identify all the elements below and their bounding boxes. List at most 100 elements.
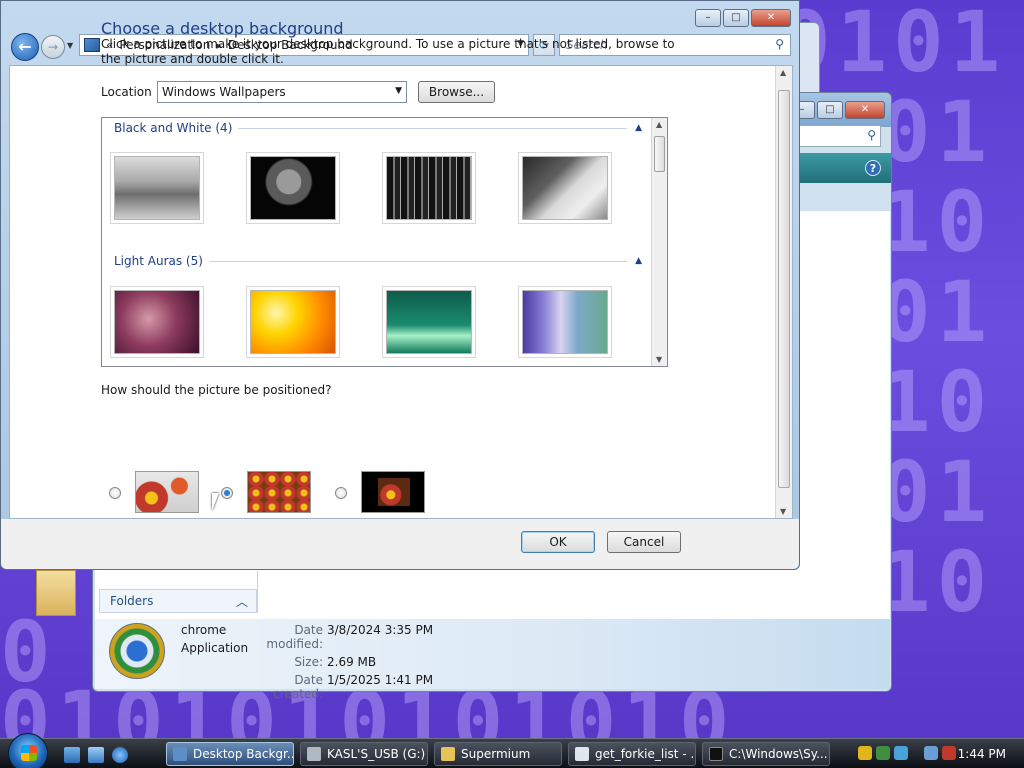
start-button[interactable]	[8, 733, 48, 768]
wallpaper-gallery: Black and White (4) ▲ Light Auras (5) ▲	[101, 117, 668, 367]
wallpaper-thumbnail[interactable]	[246, 286, 340, 358]
date-created-value: 1/5/2025 1:41 PM	[327, 673, 434, 687]
windows-logo-icon	[21, 745, 37, 761]
volume-muted-icon[interactable]	[942, 746, 956, 760]
cancel-button[interactable]: Cancel	[607, 531, 681, 553]
page-title: Choose a desktop background	[101, 19, 344, 38]
position-fit-preview[interactable]	[135, 471, 199, 513]
wallpaper-digits: 10	[880, 533, 994, 631]
folders-toggle[interactable]: Folders ︿	[99, 589, 257, 613]
chrome-app-icon	[109, 623, 165, 679]
collapse-icon[interactable]: ▲	[627, 123, 642, 133]
explorer-window-buttons: – □ ✕	[789, 101, 885, 119]
wallpaper-image	[522, 156, 608, 220]
minimize-button[interactable]: –	[695, 9, 721, 27]
wallpaper-thumbnail[interactable]	[110, 152, 204, 224]
gallery-scroll-thumb[interactable]	[654, 136, 665, 172]
task-supermium[interactable]: Supermium	[434, 742, 562, 766]
group-header-black-and-white[interactable]: Black and White (4) ▲	[114, 120, 642, 136]
wallpaper-thumbnail[interactable]	[246, 152, 340, 224]
security-shield-icon[interactable]	[858, 746, 872, 760]
desktop-background-window[interactable]: – □ ✕ ← → ▼ « Personalization ▸ Desktop …	[0, 0, 800, 570]
gallery-scrollbar[interactable]: ▲ ▼	[651, 118, 667, 366]
group-divider	[208, 260, 628, 262]
pane-divider[interactable]	[257, 571, 258, 613]
group-label: Black and White (4)	[114, 121, 233, 135]
dialog-footer: OK Cancel	[1, 519, 799, 569]
file-properties: Date modified: 3/8/2024 3:35 PM Size: 2.…	[245, 623, 437, 701]
wallpaper-thumbnail[interactable]	[382, 152, 476, 224]
chevron-up-icon: ︿	[235, 595, 248, 609]
scroll-thumb[interactable]	[778, 90, 790, 488]
panel-scrollbar[interactable]: ▲ ▼	[775, 66, 792, 518]
task-desktop-background[interactable]: Desktop Backgr...	[166, 742, 294, 766]
help-icon[interactable]: ?	[865, 160, 881, 176]
position-tile-preview[interactable]	[247, 471, 311, 513]
clock[interactable]: 1:44 PM	[958, 747, 1006, 761]
scroll-down-icon[interactable]: ▼	[656, 355, 662, 364]
position-fit-radio[interactable]	[109, 487, 121, 499]
back-button[interactable]: ←	[11, 33, 39, 61]
task-label: C:\Windows\Sy...	[729, 747, 828, 761]
recent-pages-dropdown[interactable]: ▼	[67, 41, 73, 50]
close-button[interactable]: ✕	[751, 9, 791, 27]
ok-button[interactable]: OK	[521, 531, 595, 553]
window-buttons: – □ ✕	[695, 9, 791, 27]
mouse-cursor-icon	[212, 493, 219, 511]
window-icon	[173, 747, 187, 761]
drive-icon	[307, 747, 321, 761]
wallpaper-thumbnail[interactable]	[518, 286, 612, 358]
size-label: Size:	[294, 655, 323, 669]
scroll-up-icon[interactable]: ▲	[656, 120, 662, 129]
wallpaper-digits: 01	[880, 443, 994, 541]
date-modified-value: 3/8/2024 3:35 PM	[327, 623, 434, 637]
forward-button[interactable]: →	[41, 35, 65, 59]
search-icon[interactable]: ⚲	[775, 37, 784, 51]
position-tile-radio[interactable]	[221, 487, 233, 499]
wallpaper-image	[386, 156, 472, 220]
group-header-light-auras[interactable]: Light Auras (5) ▲	[114, 253, 642, 269]
task-label: Supermium	[461, 747, 531, 761]
position-center-radio[interactable]	[335, 487, 347, 499]
collapse-icon[interactable]: ▲	[627, 256, 642, 266]
close-button[interactable]: ✕	[845, 101, 885, 119]
update-icon[interactable]	[876, 746, 890, 760]
maximize-button[interactable]: □	[723, 9, 749, 27]
folder-icon	[36, 570, 76, 616]
wallpaper-digits: 01	[880, 83, 994, 181]
internet-explorer-icon[interactable]	[112, 747, 128, 763]
position-question: How should the picture be positioned?	[101, 383, 332, 397]
folder-icon	[441, 747, 455, 761]
date-modified-label: Date modified:	[266, 623, 323, 651]
system-tray: 1:44 PM	[852, 742, 1022, 766]
location-value: Windows Wallpapers	[162, 85, 286, 99]
maximize-button[interactable]: □	[817, 101, 843, 119]
browse-button[interactable]: Browse...	[418, 81, 495, 103]
wallpaper-image	[114, 290, 200, 354]
date-created-label: Date created:	[273, 673, 323, 701]
page-description: Click a picture to make it your desktop …	[101, 37, 675, 66]
scroll-down-icon[interactable]: ▼	[780, 507, 786, 516]
wallpaper-image	[522, 290, 608, 354]
wallpaper-thumbnail[interactable]	[110, 286, 204, 358]
wallpaper-thumbnail[interactable]	[518, 152, 612, 224]
wallpaper-thumbnail[interactable]	[382, 286, 476, 358]
position-center-preview[interactable]	[361, 471, 425, 513]
location-label: Location	[101, 85, 152, 99]
network-icon[interactable]	[894, 746, 908, 760]
search-icon: ⚲	[867, 128, 876, 142]
task-get-forkie-list[interactable]: get_forkie_list - ...	[568, 742, 696, 766]
display-icon[interactable]	[924, 746, 938, 760]
wallpaper-digits: 10	[880, 173, 994, 271]
task-command-prompt[interactable]: C:\Windows\Sy...	[702, 742, 830, 766]
chevron-down-icon: ▼	[395, 86, 402, 96]
show-desktop-icon[interactable]	[64, 747, 80, 763]
wallpaper-digits: 01	[880, 263, 994, 361]
task-usb-drive[interactable]: KASL'S_USB (G:)	[300, 742, 428, 766]
centered-image	[378, 478, 410, 506]
explorer-search-input[interactable]: ⚲	[791, 125, 881, 147]
scroll-up-icon[interactable]: ▲	[780, 68, 786, 77]
size-value: 2.69 MB	[327, 655, 377, 669]
switch-windows-icon[interactable]	[88, 747, 104, 763]
location-select[interactable]: Windows Wallpapers ▼	[157, 81, 407, 103]
